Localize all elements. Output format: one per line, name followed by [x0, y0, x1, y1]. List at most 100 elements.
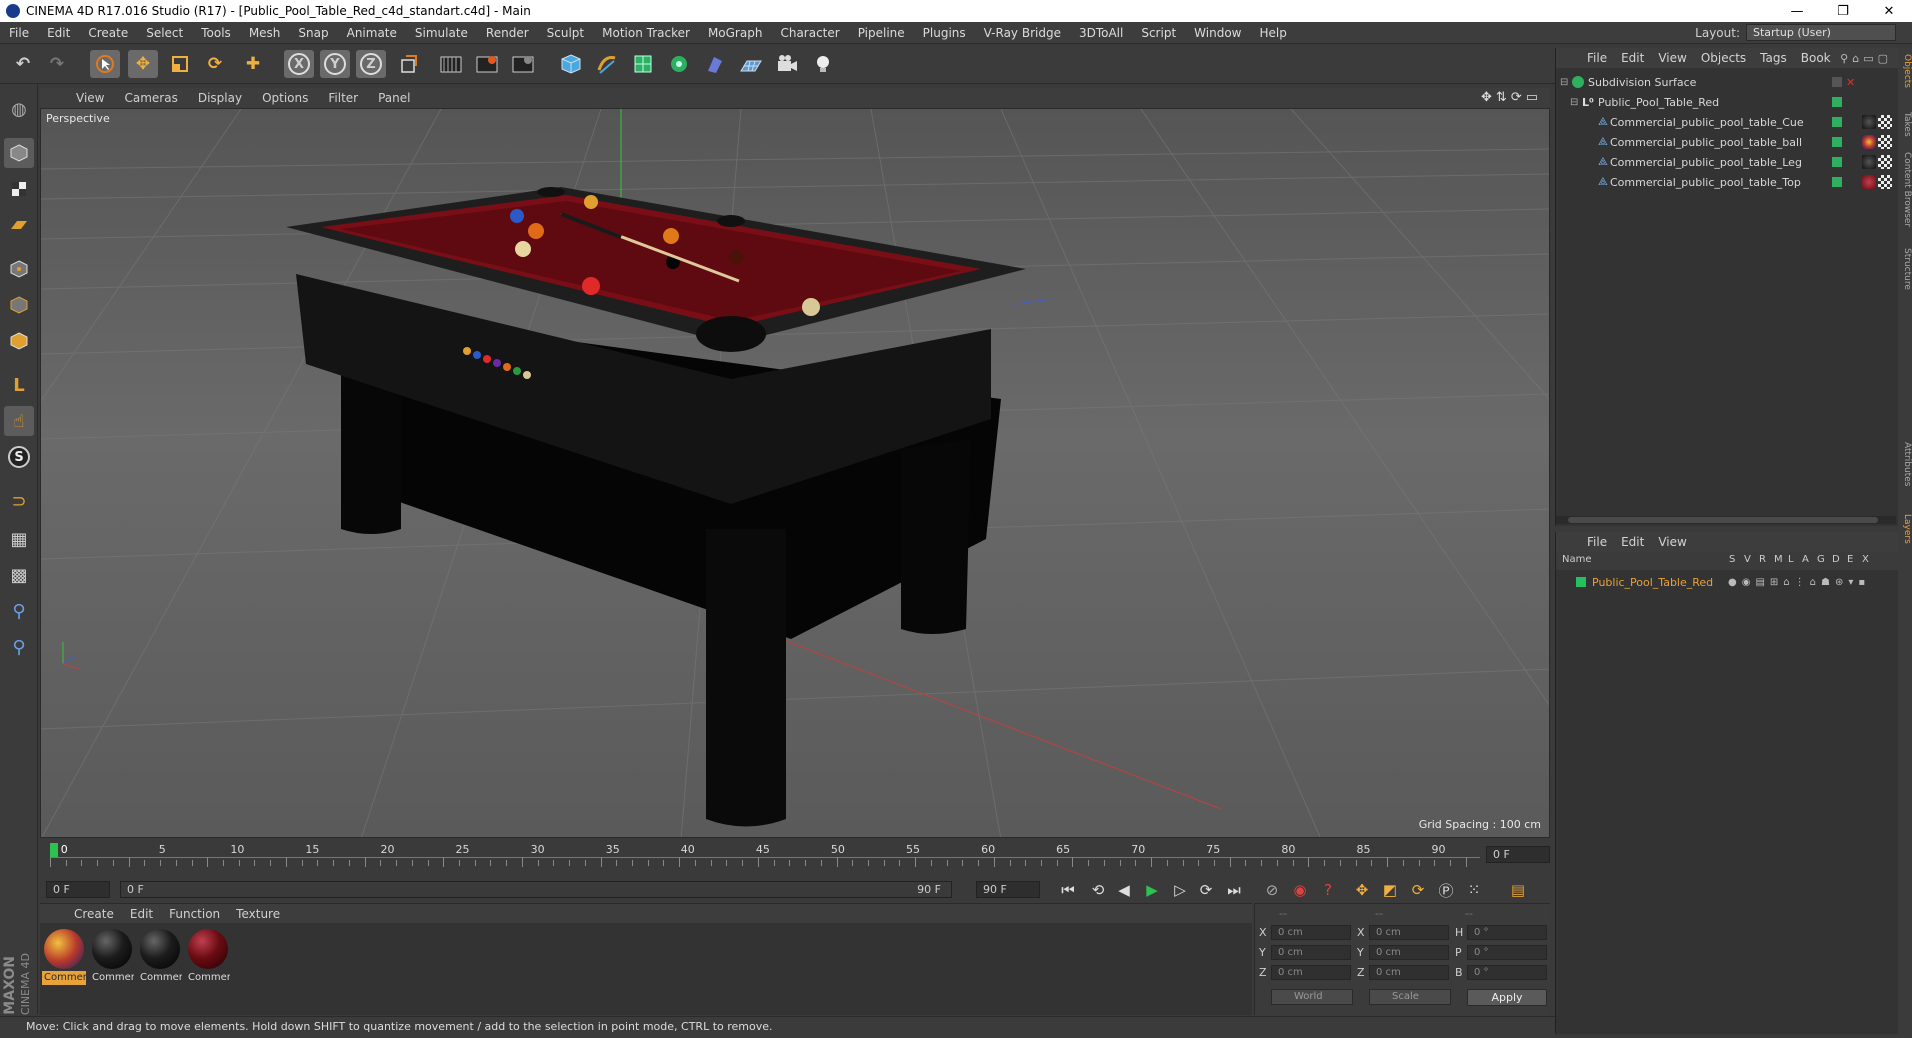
layer-row[interactable]: Public_Pool_Table_Red ●◉▤⊞⌂⋮⌂☗⊛▾▪ — [1556, 572, 1899, 592]
mat-menu-create[interactable]: Create — [66, 907, 122, 921]
next-frame-icon[interactable]: ▷ — [1168, 879, 1192, 901]
object-layer-tag[interactable] — [1832, 157, 1842, 167]
apply-button[interactable]: Apply — [1467, 989, 1547, 1006]
world-coord-icon[interactable] — [394, 50, 424, 78]
menu-simulate[interactable]: Simulate — [406, 26, 477, 40]
key-rotation-icon[interactable]: ⟳ — [1406, 879, 1430, 901]
minimize-button[interactable]: — — [1774, 0, 1820, 22]
pos-z-field[interactable]: 0 cm — [1271, 965, 1351, 980]
menu-create[interactable]: Create — [79, 26, 137, 40]
menu-help[interactable]: Help — [1250, 26, 1295, 40]
playhead[interactable] — [50, 843, 58, 857]
end-frame-field[interactable]: 90 F — [976, 881, 1040, 898]
record-keys-icon[interactable]: ⊘ — [1260, 879, 1284, 901]
object-row[interactable]: ⟁ Commercial_public_pool_table_Top — [1556, 172, 1899, 192]
frame-range-slider[interactable]: 0 F 90 F — [120, 881, 952, 898]
floor-icon[interactable] — [736, 50, 766, 78]
menu-motion-tracker[interactable]: Motion Tracker — [593, 26, 699, 40]
object-disabled-icon[interactable]: ✕ — [1846, 76, 1855, 89]
material-swatch[interactable]: Commer — [42, 927, 86, 985]
edges-mode-icon[interactable] — [4, 290, 34, 320]
vp-menu-display[interactable]: Display — [188, 91, 252, 105]
menu-animate[interactable]: Animate — [338, 26, 406, 40]
axis-mode-icon[interactable]: L — [4, 370, 34, 400]
points-mode-icon[interactable] — [4, 254, 34, 284]
om-search-icons[interactable]: ⚲⌂▭▢ — [1840, 52, 1892, 65]
size-z-field[interactable]: 0 cm — [1369, 965, 1449, 980]
timeline[interactable]: 5 10 15 20 25 30 35 40 45 50 55 60 65 70… — [40, 840, 1550, 875]
layer-toggle-icons[interactable]: ●◉▤⊞⌂⋮⌂☗⊛▾▪ — [1728, 577, 1870, 588]
move-axis-icon[interactable]: ✚ — [238, 50, 268, 78]
object-layer-tag[interactable] — [1832, 117, 1842, 127]
material-tag[interactable] — [1862, 135, 1876, 149]
vp-menu-filter[interactable]: Filter — [318, 91, 368, 105]
object-layer-tag[interactable] — [1832, 137, 1842, 147]
uvw-tag[interactable] — [1878, 175, 1892, 189]
rot-p-field[interactable]: 0 ° — [1467, 945, 1547, 960]
3d-viewport[interactable]: Perspective Grid Spacing : 100 cm — [40, 108, 1550, 838]
menu-vray-bridge[interactable]: V-Ray Bridge — [975, 26, 1070, 40]
play-icon[interactable]: ▶ — [1140, 879, 1164, 901]
deformer-icon[interactable] — [700, 50, 730, 78]
render-settings-icon[interactable] — [508, 50, 538, 78]
om-menu-view[interactable]: View — [1651, 51, 1693, 65]
object-visibility[interactable] — [1832, 77, 1842, 87]
close-button[interactable]: ✕ — [1866, 0, 1912, 22]
om-menu-book[interactable]: Book — [1794, 51, 1838, 65]
camera-icon[interactable] — [772, 50, 802, 78]
material-tag[interactable] — [1862, 155, 1876, 169]
key-pla-icon[interactable]: ⁙ — [1462, 879, 1486, 901]
tab-layers[interactable]: Layers — [1898, 514, 1912, 544]
menu-mograph[interactable]: MoGraph — [699, 26, 772, 40]
timeline-ruler[interactable]: 5 10 15 20 25 30 35 40 45 50 55 60 65 70… — [50, 843, 1480, 871]
restore-button[interactable]: ❐ — [1820, 0, 1866, 22]
mat-menu-edit[interactable]: Edit — [122, 907, 161, 921]
next-key-icon[interactable]: ⟳ — [1194, 879, 1218, 901]
om-menu-tags[interactable]: Tags — [1753, 51, 1794, 65]
menu-tools[interactable]: Tools — [192, 26, 240, 40]
scale-icon[interactable] — [165, 50, 195, 78]
viewport-nav-icons[interactable]: ✥⇅⟳▭ — [1481, 90, 1542, 105]
material-swatch[interactable]: Commer — [186, 927, 230, 985]
uvw-tag[interactable] — [1878, 155, 1892, 169]
magnet-icon[interactable]: ⊃ — [4, 486, 34, 516]
polygons-mode-icon[interactable] — [4, 326, 34, 356]
lm-menu-edit[interactable]: Edit — [1614, 535, 1651, 549]
goto-end-icon[interactable]: ⏭ — [1222, 879, 1246, 901]
tab-structure[interactable]: Structure — [1898, 248, 1912, 290]
menu-mesh[interactable]: Mesh — [240, 26, 290, 40]
menu-render[interactable]: Render — [477, 26, 538, 40]
autokey-icon[interactable]: ◉ — [1288, 879, 1312, 901]
object-row[interactable]: ⟁ Commercial_public_pool_table_Cue — [1556, 112, 1899, 132]
collapse-icon[interactable]: ⊟ — [1570, 97, 1578, 108]
uvw-tag[interactable] — [1878, 115, 1892, 129]
menu-file[interactable]: File — [0, 26, 38, 40]
rot-b-field[interactable]: 0 ° — [1467, 965, 1547, 980]
object-row[interactable]: ⟁ Commercial_public_pool_table_Leg — [1556, 152, 1899, 172]
lock-workplane-icon[interactable]: ▦ — [4, 524, 34, 554]
om-menu-objects[interactable]: Objects — [1694, 51, 1753, 65]
om-horizontal-scrollbar[interactable] — [1556, 516, 1896, 524]
om-menu-edit[interactable]: Edit — [1614, 51, 1651, 65]
render-pic-icon[interactable] — [472, 50, 502, 78]
y-axis-icon[interactable]: Y — [320, 50, 350, 78]
menu-edit[interactable]: Edit — [38, 26, 79, 40]
undo-icon[interactable]: ↶ — [8, 50, 38, 78]
workplane-icon[interactable] — [4, 210, 34, 240]
model-mode-icon[interactable] — [4, 138, 34, 168]
coord-mode-select[interactable]: World — [1271, 989, 1353, 1005]
redo-icon[interactable]: ↷ — [42, 50, 72, 78]
menu-plugins[interactable]: Plugins — [914, 26, 975, 40]
x-axis-icon[interactable]: X — [284, 50, 314, 78]
menu-snap[interactable]: Snap — [289, 26, 337, 40]
vp-menu-options[interactable]: Options — [252, 91, 318, 105]
key-scale-icon[interactable]: ◩ — [1378, 879, 1402, 901]
material-swatch[interactable]: Commer — [138, 927, 182, 985]
render-view-icon[interactable] — [436, 50, 466, 78]
lm-menu-file[interactable]: File — [1580, 535, 1614, 549]
tweak-icon[interactable]: ☝ — [4, 406, 34, 436]
tab-attributes[interactable]: Attributes — [1898, 442, 1912, 486]
move-icon[interactable]: ✥ — [128, 50, 158, 78]
om-menu-file[interactable]: File — [1580, 51, 1614, 65]
cube-icon[interactable] — [556, 50, 586, 78]
